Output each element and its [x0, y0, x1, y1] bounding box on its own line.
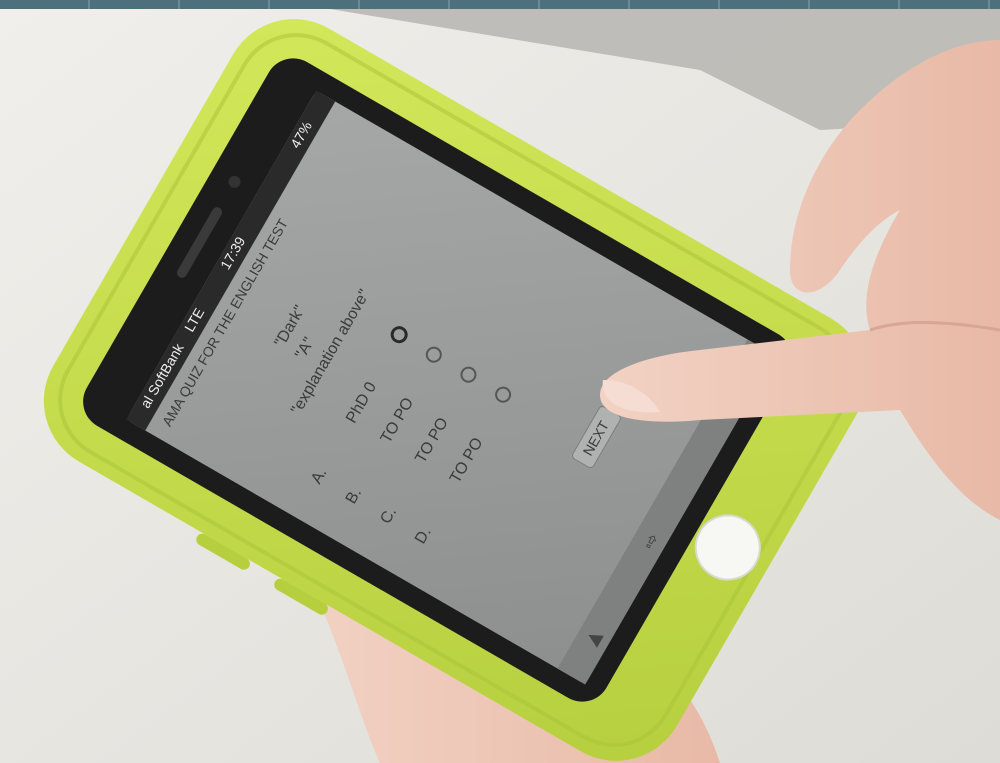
photo-scene: al SoftBank LTE 17:39 47% AMA QUIZ FOR T… [0, 9, 1000, 763]
